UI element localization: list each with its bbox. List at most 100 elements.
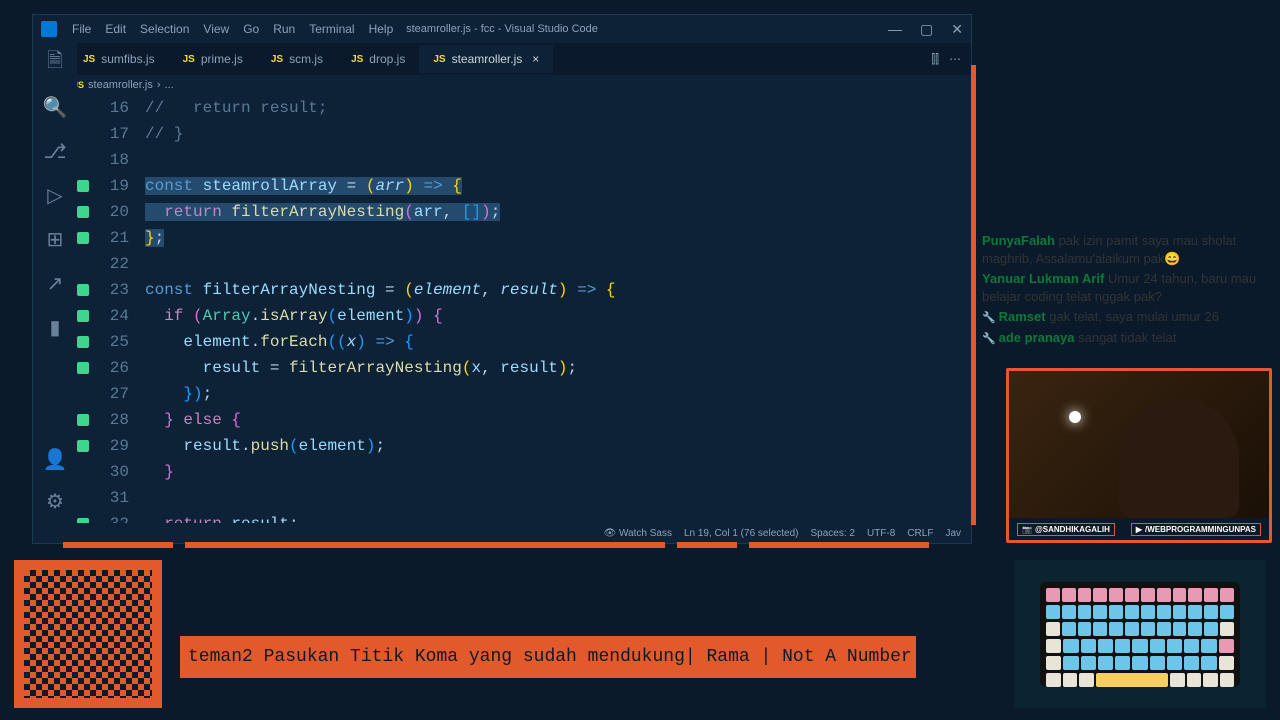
line-number: 17 xyxy=(95,121,145,147)
tab-label: sumfibs.js xyxy=(101,52,154,66)
code-line[interactable]: 27 }); xyxy=(77,381,971,407)
line-number: 20 xyxy=(95,199,145,225)
more-icon[interactable]: ⋯ xyxy=(949,52,961,67)
line-number: 16 xyxy=(95,95,145,121)
tab-sumfibs-js[interactable]: JSsumfibs.js xyxy=(69,45,169,73)
menu-file[interactable]: File xyxy=(65,20,98,38)
instagram-handle: 📷@SANDHIKAGALIH xyxy=(1017,523,1115,536)
code-line[interactable]: 20 return filterArrayNesting(arr, []); xyxy=(77,199,971,225)
explorer-icon[interactable]: 🗎 xyxy=(43,51,67,75)
chat-text: gak telat, saya mulai umur 26 xyxy=(1046,309,1219,324)
webcam-feed xyxy=(1009,371,1269,518)
status-spaces[interactable]: Spaces: 2 xyxy=(810,528,854,539)
code-line[interactable]: 26 result = filterArrayNesting(x, result… xyxy=(77,355,971,381)
line-number: 26 xyxy=(95,355,145,381)
menu-selection[interactable]: Selection xyxy=(133,20,196,38)
chat-message: 🔧 ade pranaya sangat tidak telat xyxy=(982,329,1280,347)
chat-text: sangat tidak telat xyxy=(1075,330,1177,345)
live-share-icon[interactable]: ↗ xyxy=(43,271,67,295)
chat-username[interactable]: ade pranaya xyxy=(999,330,1075,345)
tab-steamroller-js[interactable]: JSsteamroller.js× xyxy=(419,45,553,73)
tab-actions: ⫿⫿ ⋯ xyxy=(931,52,971,67)
tab-drop-js[interactable]: JS drop.js xyxy=(337,45,419,73)
activity-bar: 🗎 🔍 ⎇ ▷ ⊞ ↗ ▮ 👤 ⚙ xyxy=(33,43,77,523)
code-line[interactable]: 25 element.forEach((x) => { xyxy=(77,329,971,355)
js-icon: JS xyxy=(271,54,283,65)
search-icon[interactable]: 🔍 xyxy=(43,95,67,119)
tab-label: drop.js xyxy=(369,52,405,66)
gutter-marker xyxy=(77,206,89,218)
breadcrumb-file: steamroller.js xyxy=(88,79,153,91)
chat-panel: PunyaFalah pak izin pamit saya mau shola… xyxy=(982,232,1280,350)
chat-message: PunyaFalah pak izin pamit saya mau shola… xyxy=(982,232,1280,267)
ticker-text: teman2 Pasukan Titik Koma yang sudah men… xyxy=(188,647,918,667)
close-tab-icon[interactable]: × xyxy=(532,52,539,66)
code-line[interactable]: 21}; xyxy=(77,225,971,251)
status-lang[interactable]: Jav xyxy=(945,528,961,539)
close-icon[interactable]: ✕ xyxy=(951,21,963,38)
status-watch[interactable]: 👁 Watch Sass xyxy=(604,528,672,539)
split-editor-icon[interactable]: ⫿⫿ xyxy=(931,52,939,67)
code-line[interactable]: 23const filterArrayNesting = (element, r… xyxy=(77,277,971,303)
menu-view[interactable]: View xyxy=(196,20,236,38)
run-debug-icon[interactable]: ▷ xyxy=(43,183,67,207)
menu-go[interactable]: Go xyxy=(236,20,266,38)
chat-message: 🔧 Ramset gak telat, saya mulai umur 26 xyxy=(982,308,1280,326)
code-editor[interactable]: 16// return result;17// }1819const steam… xyxy=(77,95,971,523)
maximize-icon[interactable]: ▢ xyxy=(920,21,933,38)
gutter-marker xyxy=(77,336,89,348)
code-line[interactable]: 18 xyxy=(77,147,971,173)
code-line[interactable]: 29 result.push(element); xyxy=(77,433,971,459)
line-number: 31 xyxy=(95,485,145,511)
menu-run[interactable]: Run xyxy=(266,20,302,38)
js-icon: JS xyxy=(351,54,363,65)
code-line[interactable]: 19const steamrollArray = (arr) => { xyxy=(77,173,971,199)
chat-username[interactable]: Ramset xyxy=(999,309,1046,324)
supporter-ticker: teman2 Pasukan Titik Koma yang sudah men… xyxy=(178,634,918,680)
bookmark-icon[interactable]: ▮ xyxy=(43,315,67,339)
chat-username[interactable]: Yanuar Lukman Arif xyxy=(982,271,1104,286)
chat-message: Yanuar Lukman Arif Umur 24 tahun, baru m… xyxy=(982,270,1280,305)
line-number: 24 xyxy=(95,303,145,329)
lamp-glow xyxy=(1069,411,1081,423)
titlebar: FileEditSelectionViewGoRunTerminalHelp s… xyxy=(33,15,971,43)
status-eol[interactable]: CRLF xyxy=(907,528,933,539)
code-line[interactable]: 24 if (Array.isArray(element)) { xyxy=(77,303,971,329)
menu-terminal[interactable]: Terminal xyxy=(302,20,361,38)
extensions-icon[interactable]: ⊞ xyxy=(43,227,67,251)
code-line[interactable]: 30 } xyxy=(77,459,971,485)
account-icon[interactable]: 👤 xyxy=(43,447,67,471)
tab-scm-js[interactable]: JSscm.js xyxy=(257,45,337,73)
source-control-icon[interactable]: ⎇ xyxy=(43,139,67,163)
vscode-window: FileEditSelectionViewGoRunTerminalHelp s… xyxy=(32,14,972,544)
social-bar: 📷@SANDHIKAGALIH ▶/WEBPROGRAMMINGUNPAS xyxy=(1009,518,1269,540)
status-encoding[interactable]: UTF-8 xyxy=(867,528,895,539)
line-number: 21 xyxy=(95,225,145,251)
code-line[interactable]: 17// } xyxy=(77,121,971,147)
code-line[interactable]: 31 xyxy=(77,485,971,511)
settings-icon[interactable]: ⚙ xyxy=(43,489,67,513)
code-line[interactable]: 22 xyxy=(77,251,971,277)
menu-bar: FileEditSelectionViewGoRunTerminalHelp xyxy=(65,20,400,38)
tab-prime-js[interactable]: JS prime.js xyxy=(169,45,257,73)
minimize-icon[interactable]: — xyxy=(888,21,902,38)
line-number: 25 xyxy=(95,329,145,355)
chat-username[interactable]: PunyaFalah xyxy=(982,233,1055,248)
code-line[interactable]: 16// return result; xyxy=(77,95,971,121)
status-cursor-pos[interactable]: Ln 19, Col 1 (76 selected) xyxy=(684,528,799,539)
qr-pattern xyxy=(24,570,152,698)
breadcrumb[interactable]: JS steamroller.js › ... xyxy=(33,75,971,95)
tab-label: prime.js xyxy=(201,52,243,66)
editor-body: 🗎 🔍 ⎇ ▷ ⊞ ↗ ▮ 👤 ⚙ 16// return result;17/… xyxy=(33,95,971,523)
mod-badge-icon: 🔧 xyxy=(982,332,995,347)
code-line[interactable]: 28 } else { xyxy=(77,407,971,433)
breadcrumb-sep: › xyxy=(157,79,161,91)
menu-edit[interactable]: Edit xyxy=(98,20,133,38)
tab-label: steamroller.js xyxy=(452,52,523,66)
breadcrumb-rest: ... xyxy=(164,79,173,91)
qr-code xyxy=(14,560,162,708)
menu-help[interactable]: Help xyxy=(362,20,401,38)
window-title: steamroller.js - fcc - Visual Studio Cod… xyxy=(406,23,598,35)
tabs-bar: JSsumfibs.jsJSprime.jsJSscm.jsJSdrop.jsJ… xyxy=(33,43,971,75)
js-icon: JS xyxy=(183,54,195,65)
